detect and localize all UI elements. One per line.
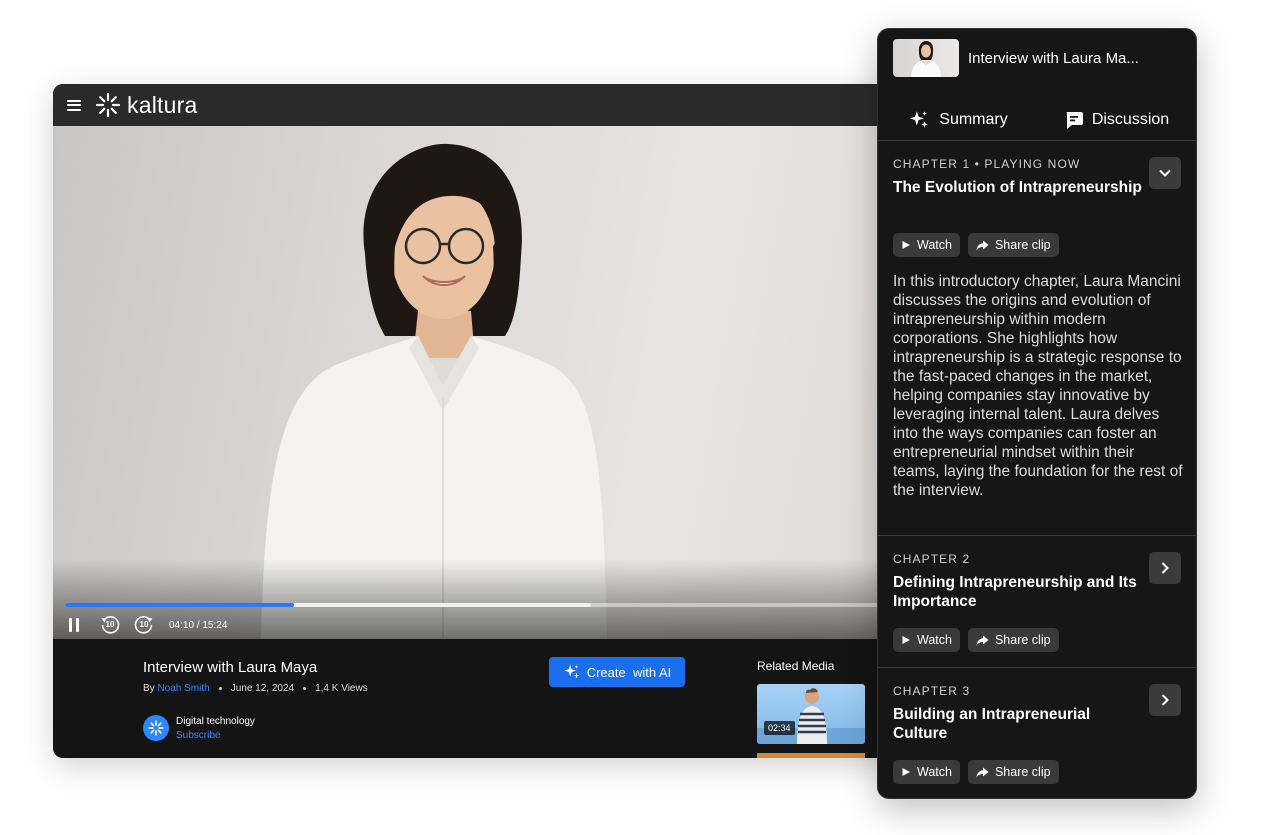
- play-icon: [902, 768, 910, 776]
- watch-button[interactable]: Watch: [893, 760, 960, 784]
- video-meta: By Noah Smith June 12, 2024 1,4 K Views: [143, 683, 368, 694]
- timecode: 04:10 / 15:24: [169, 619, 228, 631]
- play-icon: [902, 636, 910, 644]
- meta-separator: [218, 687, 222, 690]
- related-media-heading: Related Media: [757, 659, 835, 673]
- chapter-item: CHAPTER 1 • PLAYING NOW The Evolution of…: [878, 141, 1196, 536]
- brand-name: kaltura: [127, 91, 198, 118]
- kaltura-logo-icon: [148, 720, 164, 736]
- related-media-thumbnail-next[interactable]: [757, 753, 865, 758]
- chevron-right-icon: [1161, 562, 1169, 574]
- related-video-frame: [757, 688, 865, 744]
- tab-summary[interactable]: Summary: [878, 99, 1037, 140]
- chapter-item: CHAPTER 3 Building an Intrapreneurial Cu…: [878, 668, 1196, 798]
- watch-label: Watch: [917, 765, 952, 779]
- video-title: Interview with Laura Maya: [143, 659, 318, 676]
- tab-discussion-label: Discussion: [1091, 110, 1170, 128]
- play-icon: [902, 241, 910, 249]
- meta-separator: [303, 687, 307, 690]
- rewind-seconds: 10: [105, 620, 115, 629]
- chapter-title[interactable]: The Evolution of Intrapreneurship: [893, 178, 1143, 197]
- panel-header: Interview with Laura Ma...: [878, 29, 1196, 87]
- watch-button[interactable]: Watch: [893, 628, 960, 652]
- forward-seconds: 10: [139, 620, 149, 629]
- share-clip-label: Share clip: [994, 238, 1051, 252]
- sparkle-icon: [909, 110, 929, 128]
- chapter-collapse-button[interactable]: [1149, 157, 1181, 189]
- chapter-actions: Watch Share clip: [893, 233, 1059, 257]
- author-link[interactable]: Noah Smith: [157, 683, 209, 694]
- chapter-summary-text: In this introductory chapter, Laura Manc…: [893, 273, 1183, 499]
- chevron-down-icon: [1159, 169, 1171, 177]
- share-clip-button[interactable]: Share clip: [967, 628, 1059, 652]
- watch-button[interactable]: Watch: [893, 233, 960, 257]
- related-duration: 02:34: [764, 721, 795, 735]
- video-area[interactable]: 10 10 04:10 / 15:24: [53, 126, 913, 639]
- share-arrow-icon: [976, 240, 989, 250]
- kaltura-logo[interactable]: kaltura: [95, 92, 197, 119]
- top-bar: kaltura: [53, 84, 913, 126]
- related-media-thumbnail[interactable]: 02:34: [757, 684, 865, 744]
- kaltura-logo-icon: [95, 92, 121, 118]
- share-clip-label: Share clip: [994, 633, 1051, 647]
- chevron-right-icon: [1161, 694, 1169, 706]
- share-arrow-icon: [976, 635, 989, 645]
- progress-played: [65, 603, 294, 607]
- ai-summary-panel: Interview with Laura Ma... Summary Discu…: [877, 28, 1197, 799]
- chat-bubble-icon: [1066, 111, 1083, 129]
- chapter-actions: Watch Share clip: [893, 760, 1059, 784]
- video-info: Interview with Laura Maya By Noah Smith …: [53, 639, 913, 758]
- panel-video-thumbnail[interactable]: [893, 39, 959, 77]
- rewind-10-button[interactable]: 10: [99, 614, 121, 636]
- menu-icon[interactable]: [67, 99, 81, 111]
- subscribe-link[interactable]: Subscribe: [176, 730, 220, 741]
- by-prefix: By: [143, 683, 155, 694]
- panel-tabs: Summary Discussion: [878, 99, 1196, 141]
- chapter-expand-button[interactable]: [1149, 552, 1181, 584]
- share-arrow-icon: [976, 767, 989, 777]
- create-with-ai-button[interactable]: Create with AI: [549, 657, 685, 687]
- tab-discussion[interactable]: Discussion: [1037, 99, 1196, 140]
- progress-bar[interactable]: [65, 603, 913, 607]
- chapter-label: CHAPTER 1 • PLAYING NOW: [893, 157, 1081, 171]
- player-window: kaltura 10 10 04:10 / 15:24 Interview wi…: [53, 84, 913, 758]
- publish-date: June 12, 2024: [230, 683, 295, 694]
- forward-10-button[interactable]: 10: [133, 614, 155, 636]
- share-clip-label: Share clip: [994, 765, 1051, 779]
- chapter-title[interactable]: Defining Intrapreneurship and Its Import…: [893, 573, 1143, 611]
- watch-label: Watch: [917, 238, 952, 252]
- chapter-title[interactable]: Building an Intrapreneurial Culture: [893, 705, 1143, 743]
- sparkle-icon: [564, 664, 579, 679]
- chapter-expand-button[interactable]: [1149, 684, 1181, 716]
- chapter-item: CHAPTER 2 Defining Intrapreneurship and …: [878, 536, 1196, 668]
- share-clip-button[interactable]: Share clip: [967, 760, 1059, 784]
- pause-icon[interactable]: [67, 618, 81, 632]
- speaker-thumbnail: [911, 41, 941, 77]
- tab-summary-label: Summary: [939, 110, 1008, 128]
- player-controls: 10 10 04:10 / 15:24: [67, 613, 227, 637]
- share-clip-button[interactable]: Share clip: [967, 233, 1059, 257]
- channel-name[interactable]: Digital technology: [176, 716, 255, 727]
- create-with-ai-label: Create with AI: [586, 664, 672, 680]
- view-count: 1,4 K Views: [315, 683, 368, 694]
- chapter-actions: Watch Share clip: [893, 628, 1059, 652]
- panel-title: Interview with Laura Ma...: [968, 49, 1139, 67]
- chapter-label: CHAPTER 2: [893, 552, 971, 566]
- chapter-label: CHAPTER 3: [893, 684, 971, 698]
- watch-label: Watch: [917, 633, 952, 647]
- channel-avatar[interactable]: [143, 715, 169, 741]
